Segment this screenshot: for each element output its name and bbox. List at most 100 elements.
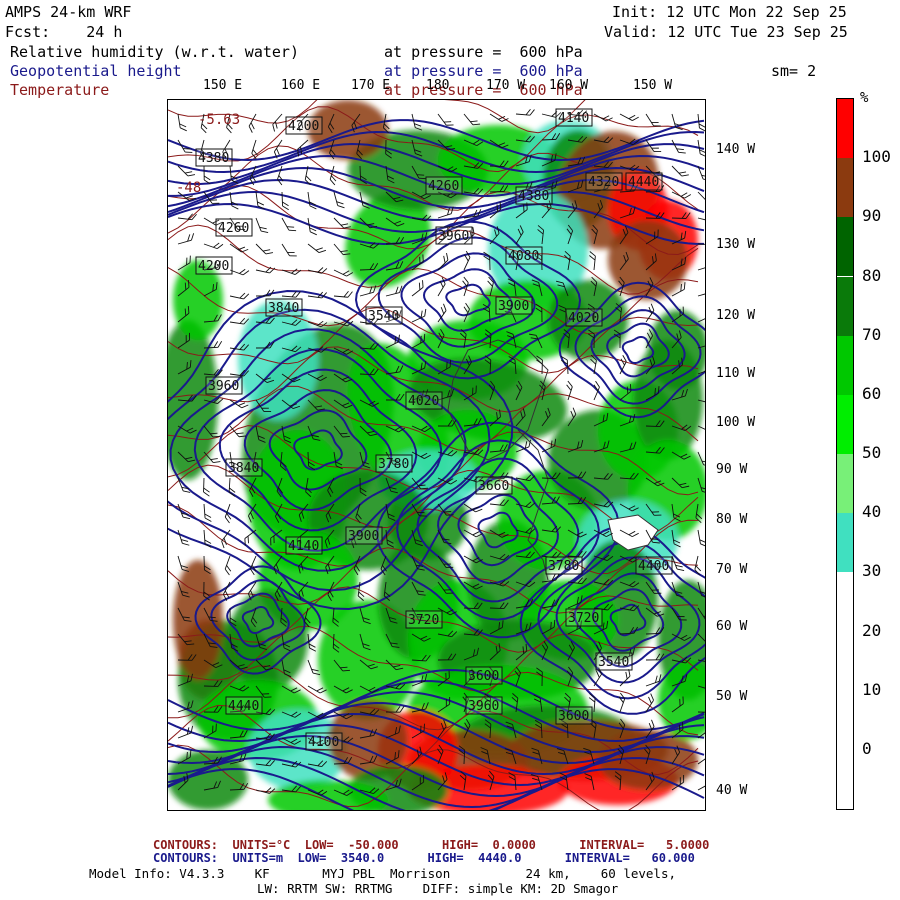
height-contour-info: CONTOURS: UNITS=m LOW= 3540.0 HIGH= 4440… bbox=[153, 851, 695, 865]
height-contour-label: 3600 bbox=[558, 709, 589, 724]
latitude-label: 80 W bbox=[716, 512, 748, 527]
legend-label: 10 bbox=[862, 679, 882, 699]
wind-barb bbox=[203, 242, 224, 250]
legend-swatch bbox=[837, 454, 853, 514]
longitude-label: 160 E bbox=[281, 78, 321, 93]
height-contour-label: 4260 bbox=[218, 221, 249, 236]
wind-barb bbox=[619, 113, 639, 121]
wind-barb bbox=[177, 233, 195, 245]
wind-barb bbox=[229, 317, 250, 325]
height-contour-label: 4080 bbox=[508, 249, 539, 264]
legend-unit: % bbox=[860, 90, 869, 106]
physics-info: LW: RRTM SW: RRTMG DIFF: simple KM: 2D S… bbox=[257, 881, 619, 896]
legend-swatch bbox=[837, 158, 853, 218]
height-contour-label: 3600 bbox=[468, 669, 499, 684]
legend-label: 60 bbox=[862, 383, 882, 403]
temperature-contour-label: -5.63 bbox=[198, 112, 240, 128]
field-temp-title: Temperature bbox=[10, 81, 110, 99]
temperature-contour bbox=[168, 100, 586, 134]
height-contour-label: 4100 bbox=[308, 735, 339, 750]
height-contour-label: 4440 bbox=[228, 699, 259, 714]
model-title: AMPS 24-km WRF bbox=[5, 3, 132, 21]
legend-swatch bbox=[837, 335, 853, 395]
wind-barb bbox=[697, 291, 705, 297]
legend-swatch bbox=[837, 394, 853, 454]
height-contour-label: 4320 bbox=[588, 175, 619, 190]
legend-swatch bbox=[837, 690, 853, 750]
height-contour-label: 4380 bbox=[518, 189, 549, 204]
height-contour-label: 3900 bbox=[498, 299, 529, 314]
init-time: Init: 12 UTC Mon 22 Sep 25 bbox=[612, 3, 847, 21]
rh-area bbox=[173, 560, 223, 680]
longitude-label: 150 E bbox=[203, 78, 243, 93]
height-contour-label: 4260 bbox=[428, 179, 459, 194]
longitude-label: 170 E bbox=[351, 78, 391, 93]
wind-barb bbox=[281, 243, 297, 257]
wind-barb bbox=[671, 139, 686, 154]
valid-time: Valid: 12 UTC Tue 23 Sep 25 bbox=[604, 23, 848, 41]
height-contour-label: 4440 bbox=[628, 175, 659, 190]
height-contour-label: 4140 bbox=[558, 111, 589, 126]
smoothing-label: sm= 2 bbox=[771, 62, 817, 80]
height-contour-label: 4140 bbox=[288, 539, 319, 554]
legend-label: 70 bbox=[862, 324, 882, 344]
wind-barb bbox=[697, 113, 705, 132]
height-contour-label: 3540 bbox=[368, 309, 399, 324]
wind-barb bbox=[619, 669, 631, 687]
height-contour-label: 3780 bbox=[378, 457, 409, 472]
latitude-label: 120 W bbox=[716, 308, 756, 323]
wind-barb bbox=[589, 251, 596, 271]
legend-label: 50 bbox=[862, 443, 882, 462]
wind-barb bbox=[177, 503, 191, 520]
height-contour-label: 3900 bbox=[348, 529, 379, 544]
wind-barb bbox=[229, 292, 250, 300]
longitude-label: 170 W bbox=[486, 78, 526, 93]
wind-barb bbox=[697, 217, 705, 222]
wind-barb bbox=[437, 303, 447, 323]
height-contour-label: 3540 bbox=[598, 655, 629, 670]
field-rh-title: Relative humidity (w.r.t. water) bbox=[10, 43, 299, 61]
level-rh: at pressure = 600 hPa bbox=[384, 43, 583, 61]
height-contour-label: 4020 bbox=[568, 311, 599, 326]
longitude-label: 150 W bbox=[633, 78, 673, 93]
legend-swatch bbox=[837, 276, 853, 336]
wind-barb bbox=[645, 674, 662, 687]
height-contour-label: 3960 bbox=[438, 229, 469, 244]
height-contour-label: 3960 bbox=[208, 379, 239, 394]
wind-barb bbox=[255, 243, 274, 255]
latitude-label: 70 W bbox=[716, 562, 748, 577]
field-height-title: Geopotential height bbox=[10, 62, 182, 80]
latitude-label: 100 W bbox=[716, 415, 756, 430]
height-contour-label: 3660 bbox=[478, 479, 509, 494]
latitude-label: 90 W bbox=[716, 462, 748, 477]
wind-barb bbox=[515, 108, 535, 116]
wind-barb bbox=[333, 290, 353, 298]
wind-barb bbox=[697, 782, 705, 791]
wind-barb bbox=[203, 165, 211, 185]
height-contour-label: 3960 bbox=[468, 699, 499, 714]
wind-barb bbox=[229, 243, 249, 253]
height-contour-label: 4400 bbox=[638, 559, 669, 574]
legend-label: 100 bbox=[862, 147, 891, 167]
wind-barb bbox=[229, 268, 250, 276]
wind-barb bbox=[619, 355, 627, 375]
wind-barb bbox=[697, 265, 705, 271]
height-contour-label: 4200 bbox=[288, 119, 319, 134]
latitude-label: 110 W bbox=[716, 366, 756, 381]
map-panel: 4380 4200 4260 4140 3960 4320 4020 4080 3840 3900… bbox=[167, 99, 706, 811]
latitude-label: 60 W bbox=[716, 619, 748, 634]
temperature-contour-label: -48 bbox=[176, 180, 201, 196]
legend-label: 40 bbox=[862, 502, 882, 522]
legend-swatch bbox=[837, 217, 853, 277]
wind-barb bbox=[697, 529, 705, 548]
wind-barb bbox=[255, 217, 269, 234]
wind-barb bbox=[248, 113, 257, 133]
height-contour-label: 4380 bbox=[198, 151, 229, 166]
legend-label: 80 bbox=[862, 265, 882, 285]
wind-barb bbox=[463, 113, 481, 126]
height-contour-label: 3720 bbox=[408, 613, 439, 628]
legend-swatch bbox=[837, 572, 853, 632]
model-info: Model Info: V4.3.3 KF MYJ PBL Morrison 2… bbox=[89, 866, 676, 881]
legend-label: 90 bbox=[862, 206, 882, 226]
legend-swatch bbox=[837, 631, 853, 691]
